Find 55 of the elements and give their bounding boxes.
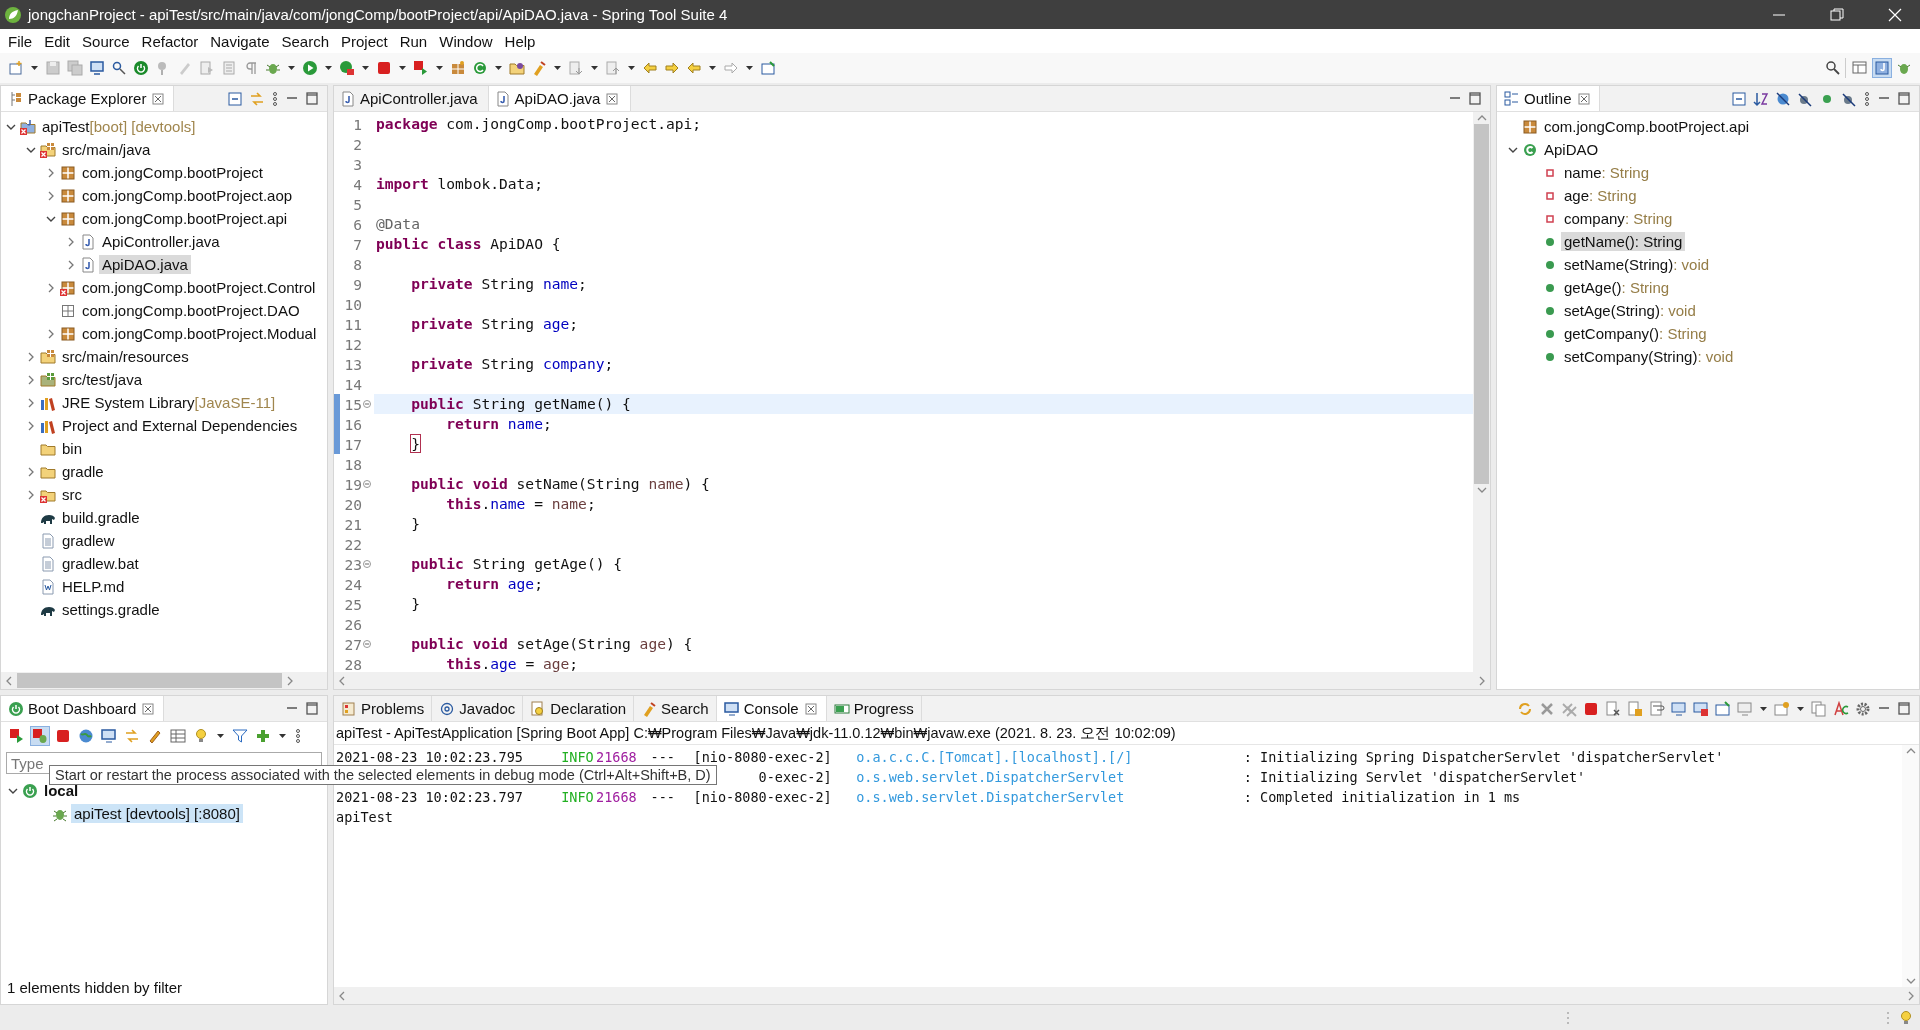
line-number: 10 bbox=[343, 295, 362, 313]
line-number: 4 bbox=[352, 175, 362, 193]
line-number: 1 bbox=[352, 115, 362, 133]
code-line: public class ApiDAO { bbox=[375, 234, 562, 254]
code-line: private String company; bbox=[410, 354, 615, 374]
code-line: public String getAge() { bbox=[410, 554, 624, 574]
line-number: 9 bbox=[352, 275, 362, 293]
line-number: 5 bbox=[352, 195, 362, 213]
code-line: this.age = age; bbox=[445, 654, 580, 672]
log-text: : Initializing Servlet 'dispatcherServlet' bbox=[1243, 768, 1587, 787]
window-title: jongchanProject - apiTest/src/main/java/com/jongComp/bootProject/api/ApiDAO.java - Spring Tool Suite 4 bbox=[28, 6, 728, 23]
line-number: 13 bbox=[343, 355, 362, 373]
code-line: this.name = name; bbox=[445, 494, 597, 514]
code-line: return age; bbox=[445, 574, 544, 594]
code-line: } bbox=[410, 594, 421, 614]
line-number: 14 bbox=[343, 375, 362, 393]
code-line: public void setName(String name) { bbox=[410, 474, 711, 494]
line-number: 23 bbox=[343, 555, 362, 573]
line-number: 16 bbox=[343, 415, 362, 433]
code-line: } bbox=[410, 514, 421, 534]
code-line: package com.jongComp.bootProject.api; bbox=[375, 114, 703, 134]
console-description: apiTest - ApiTestApplication [Spring Boot App] C:₩Program Files₩Java₩jdk-11.0.12₩bin₩javaw.exe (2021. 8. 23. 오전 10:02:09) bbox=[334, 722, 1919, 745]
line-number: 2 bbox=[352, 135, 362, 153]
line-number: 24 bbox=[343, 575, 362, 593]
code-line: import lombok.Data; bbox=[375, 174, 544, 194]
line-number: 20 bbox=[343, 495, 362, 513]
line-number: 6 bbox=[352, 215, 362, 233]
log-line: apiTest bbox=[335, 808, 394, 827]
tooltip: Start or restart the process associated with the selected elements in debug mode (Ctrl+Alt+Shift+B, D) bbox=[49, 765, 717, 785]
code-line: @Data bbox=[375, 214, 421, 234]
log-line: 2021-08-23 10:02:23.795 INFO 21668 --- [nio-8080-exec-2] o.a.c.c.C.[Tomcat].[localhost].[/] : Initializing Spring DispatcherServlet 'dispatcherServlet' bbox=[335, 748, 1725, 767]
line-number: 18 bbox=[343, 455, 362, 473]
line-number: 28 bbox=[343, 655, 362, 672]
log-text: 0-exec-2] bbox=[758, 769, 832, 785]
code-line: return name; bbox=[445, 414, 553, 434]
line-number: 26 bbox=[343, 615, 362, 633]
filter-status: 1 elements hidden by filter bbox=[6, 979, 184, 998]
code-line: private String age; bbox=[410, 314, 580, 334]
line-number: 11 bbox=[343, 315, 362, 333]
code-line: } bbox=[410, 434, 421, 454]
line-number: 25 bbox=[343, 595, 362, 613]
code-line: public void setAge(String age) { bbox=[410, 634, 694, 654]
log-text: o.s.web.servlet.DispatcherServlet bbox=[856, 768, 1126, 787]
line-number: 22 bbox=[343, 535, 362, 553]
line-number: 17 bbox=[343, 435, 362, 453]
code-line: private String name; bbox=[410, 274, 588, 294]
line-number: 3 bbox=[352, 155, 362, 173]
line-number: 27 bbox=[343, 635, 362, 653]
line-number: 15 bbox=[343, 395, 362, 413]
line-number: 7 bbox=[352, 235, 362, 253]
line-number: 8 bbox=[352, 255, 362, 273]
line-number: 21 bbox=[343, 515, 362, 533]
line-number: 19 bbox=[343, 475, 362, 493]
line-number: 12 bbox=[343, 335, 362, 353]
log-line: 2021-08-23 10:02:23.797 INFO 21668 --- [nio-8080-exec-2] o.s.web.servlet.DispatcherServlet : Completed initialization in 1 ms bbox=[335, 788, 1522, 807]
